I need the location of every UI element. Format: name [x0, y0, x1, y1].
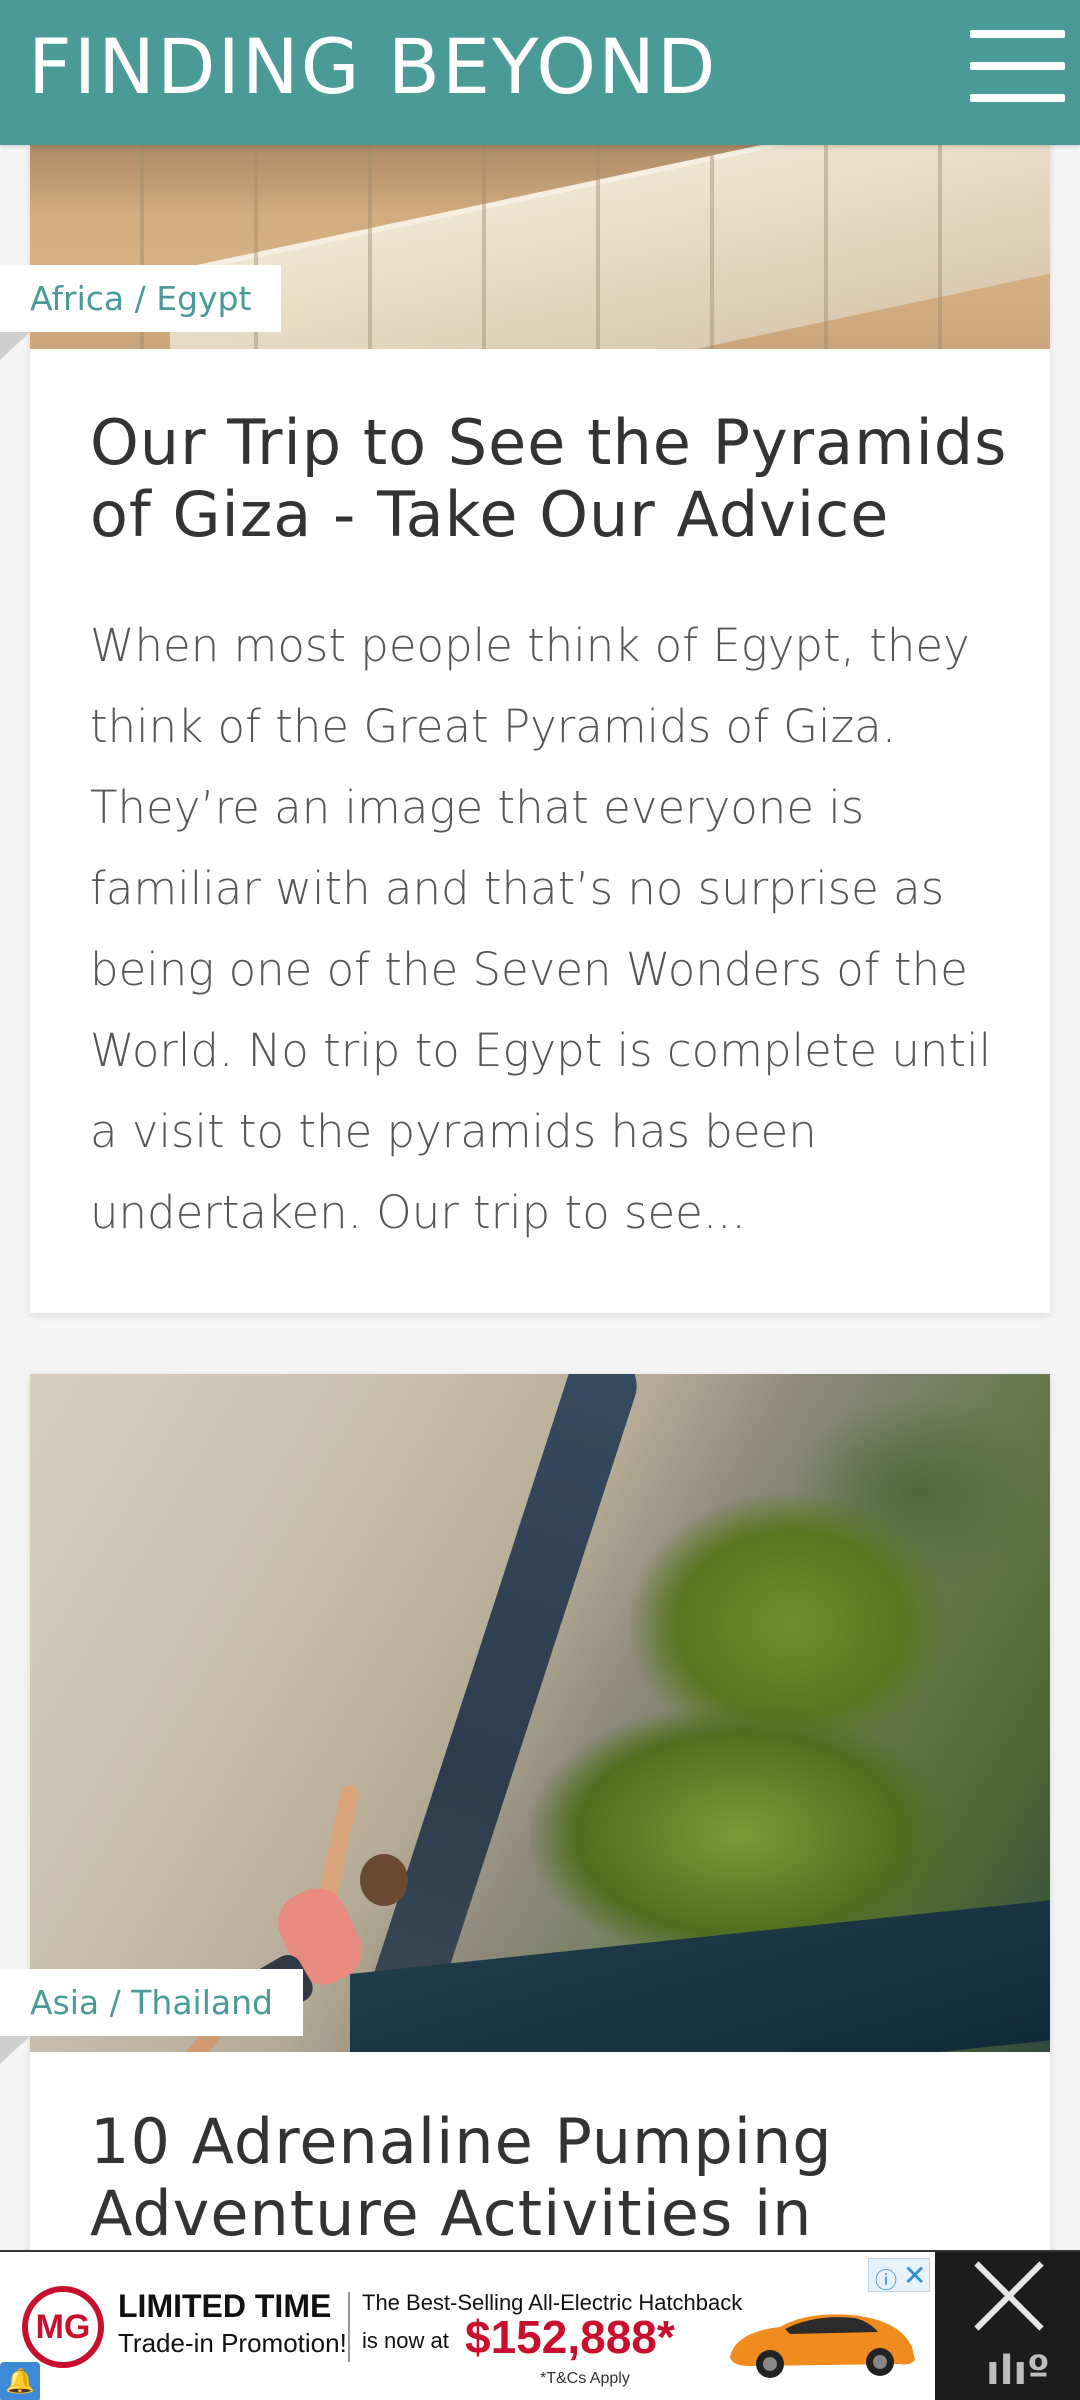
ad-price: $152,888* — [465, 2311, 675, 2363]
post-card[interactable]: Africa / Egypt Our Trip to See the Pyram… — [0, 145, 1050, 1313]
site-title[interactable]: FINDING BEYOND — [28, 22, 717, 111]
post-card[interactable]: Asia / Thailand 10 Adrenaline Pumping Ad… — [0, 1374, 1050, 2400]
category-link[interactable]: Africa / Egypt — [30, 279, 251, 318]
post-image-climber[interactable] — [30, 1374, 1050, 2052]
mg-logo: MG — [22, 2286, 104, 2368]
ad-subline: Trade-in Promotion! — [118, 2328, 347, 2358]
ad-banner-bar: MG LIMITED TIME Trade-in Promotion! The … — [0, 2250, 1080, 2400]
hamburger-menu-icon[interactable] — [970, 30, 1065, 102]
notification-bell-icon[interactable]: 🔔 — [0, 2362, 40, 2400]
close-ad-icon[interactable] — [970, 2256, 1048, 2334]
category-link[interactable]: Asia / Thailand — [30, 1983, 273, 2022]
ad-choices-icon[interactable]: ⓘ ✕ — [868, 2258, 930, 2293]
ad-terms: *T&Cs Apply — [540, 2370, 630, 2387]
ad-headline: LIMITED TIME — [118, 2288, 332, 2324]
post-category[interactable]: Asia / Thailand — [0, 1969, 303, 2064]
post-title[interactable]: Our Trip to See the Pyramids of Giza - T… — [90, 407, 1020, 551]
post-excerpt: When most people think of Egypt, they th… — [90, 619, 992, 1239]
site-header: FINDING BEYOND — [0, 0, 1080, 145]
ad-now-at: is now at — [362, 2328, 449, 2353]
post-category[interactable]: Africa / Egypt — [0, 265, 282, 360]
post-title[interactable]: 10 Adrenaline Pumping Adventure Activiti… — [90, 2106, 1020, 2250]
ad-network-logo-icon: ılıº — [986, 2348, 1050, 2394]
car-image — [730, 2314, 915, 2378]
ad-divider — [348, 2292, 350, 2362]
ad-banner[interactable]: MG LIMITED TIME Trade-in Promotion! The … — [0, 2252, 935, 2400]
